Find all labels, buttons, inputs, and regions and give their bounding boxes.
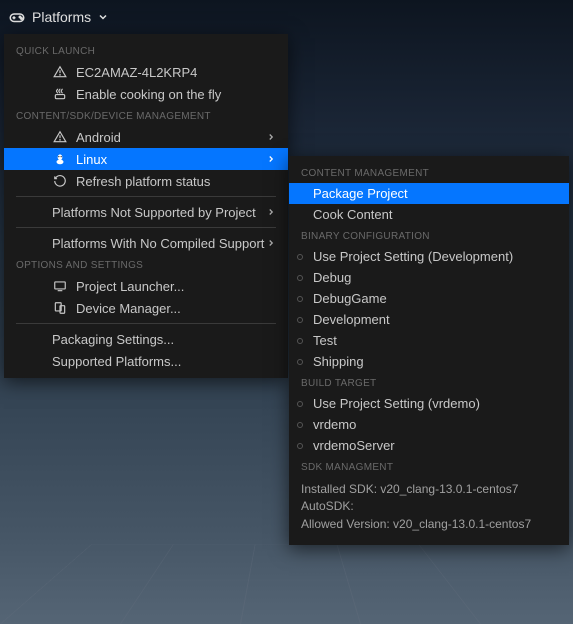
sdk-allowed: Allowed Version: v20_clang-13.0.1-centos… <box>301 516 557 533</box>
sdk-info: Installed SDK: v20_clang-13.0.1-centos7 … <box>289 477 569 539</box>
radio-icon <box>297 296 303 302</box>
menu-item-no-compiled[interactable]: Platforms With No Compiled Support <box>4 232 288 254</box>
submenu-vrdemoserver[interactable]: vrdemoServer <box>289 435 569 456</box>
radio-icon <box>297 275 303 281</box>
section-content-mgmt: CONTENT MANAGEMENT <box>289 162 569 183</box>
submenu-item-label: Package Project <box>313 186 408 201</box>
submenu-test[interactable]: Test <box>289 330 569 351</box>
submenu-item-label: Use Project Setting (vrdemo) <box>313 396 480 411</box>
menu-item-label: Device Manager... <box>76 301 181 316</box>
menu-item-label: EC2AMAZ-4L2KRP4 <box>76 65 197 80</box>
sdk-auto: AutoSDK: <box>301 498 557 515</box>
separator <box>16 227 276 228</box>
chevron-right-icon <box>266 236 276 251</box>
menu-item-label: Platforms Not Supported by Project <box>52 205 256 220</box>
submenu-item-label: vrdemo <box>313 417 356 432</box>
separator <box>16 323 276 324</box>
refresh-icon <box>52 173 68 189</box>
submenu-use-project-setting-dev[interactable]: Use Project Setting (Development) <box>289 246 569 267</box>
radio-icon <box>297 338 303 344</box>
radio-icon <box>297 359 303 365</box>
linux-icon <box>52 151 68 167</box>
menu-item-supported-platforms[interactable]: Supported Platforms... <box>4 350 288 372</box>
submenu-item-label: Cook Content <box>313 207 393 222</box>
submenu-item-label: vrdemoServer <box>313 438 395 453</box>
menu-item-not-supported[interactable]: Platforms Not Supported by Project <box>4 201 288 223</box>
menu-item-label: Platforms With No Compiled Support <box>52 236 264 251</box>
cooking-icon <box>52 86 68 102</box>
section-device-mgmt: CONTENT/SDK/DEVICE MANAGEMENT <box>4 105 288 126</box>
separator <box>16 196 276 197</box>
chevron-down-icon <box>97 11 109 23</box>
menu-item-packaging-settings[interactable]: Packaging Settings... <box>4 328 288 350</box>
menu-item-label: Enable cooking on the fly <box>76 87 221 102</box>
section-quick-launch: QUICK LAUNCH <box>4 40 288 61</box>
chevron-right-icon <box>266 152 276 167</box>
gamepad-icon <box>8 8 26 26</box>
radio-icon <box>297 317 303 323</box>
radio-icon <box>297 401 303 407</box>
menu-item-device-manager[interactable]: Device Manager... <box>4 297 288 319</box>
menu-item-label: Project Launcher... <box>76 279 184 294</box>
submenu-item-label: Debug <box>313 270 351 285</box>
sdk-installed: Installed SDK: v20_clang-13.0.1-centos7 <box>301 481 557 498</box>
warning-icon <box>52 64 68 80</box>
menu-item-label: Refresh platform status <box>76 174 210 189</box>
menu-item-linux[interactable]: Linux <box>4 148 288 170</box>
section-build-target: BUILD TARGET <box>289 372 569 393</box>
submenu-item-label: DebugGame <box>313 291 387 306</box>
section-binary-config: BINARY CONFIGURATION <box>289 225 569 246</box>
submenu-shipping[interactable]: Shipping <box>289 351 569 372</box>
platforms-menu: QUICK LAUNCH EC2AMAZ-4L2KRP4 Enable cook… <box>4 34 288 378</box>
radio-icon <box>297 443 303 449</box>
launcher-icon <box>52 278 68 294</box>
radio-icon <box>297 254 303 260</box>
menu-item-android[interactable]: Android <box>4 126 288 148</box>
submenu-development[interactable]: Development <box>289 309 569 330</box>
chevron-right-icon <box>266 130 276 145</box>
submenu-item-label: Development <box>313 312 390 327</box>
menu-item-label: Supported Platforms... <box>52 354 181 369</box>
section-options: OPTIONS AND SETTINGS <box>4 254 288 275</box>
submenu-item-label: Use Project Setting (Development) <box>313 249 513 264</box>
menu-item-ec2amaz[interactable]: EC2AMAZ-4L2KRP4 <box>4 61 288 83</box>
menu-item-refresh-status[interactable]: Refresh platform status <box>4 170 288 192</box>
device-icon <box>52 300 68 316</box>
platforms-dropdown-button[interactable]: Platforms <box>0 0 117 34</box>
linux-submenu: CONTENT MANAGEMENT Package Project Cook … <box>289 156 569 545</box>
submenu-debug[interactable]: Debug <box>289 267 569 288</box>
radio-icon <box>297 422 303 428</box>
menu-item-label: Android <box>76 130 121 145</box>
submenu-package-project[interactable]: Package Project <box>289 183 569 204</box>
platforms-label: Platforms <box>32 9 91 25</box>
viewport-grid <box>0 544 573 624</box>
menu-item-enable-cooking[interactable]: Enable cooking on the fly <box>4 83 288 105</box>
submenu-item-label: Shipping <box>313 354 364 369</box>
submenu-debuggame[interactable]: DebugGame <box>289 288 569 309</box>
chevron-right-icon <box>266 205 276 220</box>
menu-item-project-launcher[interactable]: Project Launcher... <box>4 275 288 297</box>
warning-icon <box>52 129 68 145</box>
submenu-vrdemo[interactable]: vrdemo <box>289 414 569 435</box>
menu-item-label: Linux <box>76 152 107 167</box>
menu-item-label: Packaging Settings... <box>52 332 174 347</box>
submenu-item-label: Test <box>313 333 337 348</box>
submenu-cook-content[interactable]: Cook Content <box>289 204 569 225</box>
section-sdk-mgmt: SDK MANAGMENT <box>289 456 569 477</box>
submenu-use-project-setting-vrdemo[interactable]: Use Project Setting (vrdemo) <box>289 393 569 414</box>
